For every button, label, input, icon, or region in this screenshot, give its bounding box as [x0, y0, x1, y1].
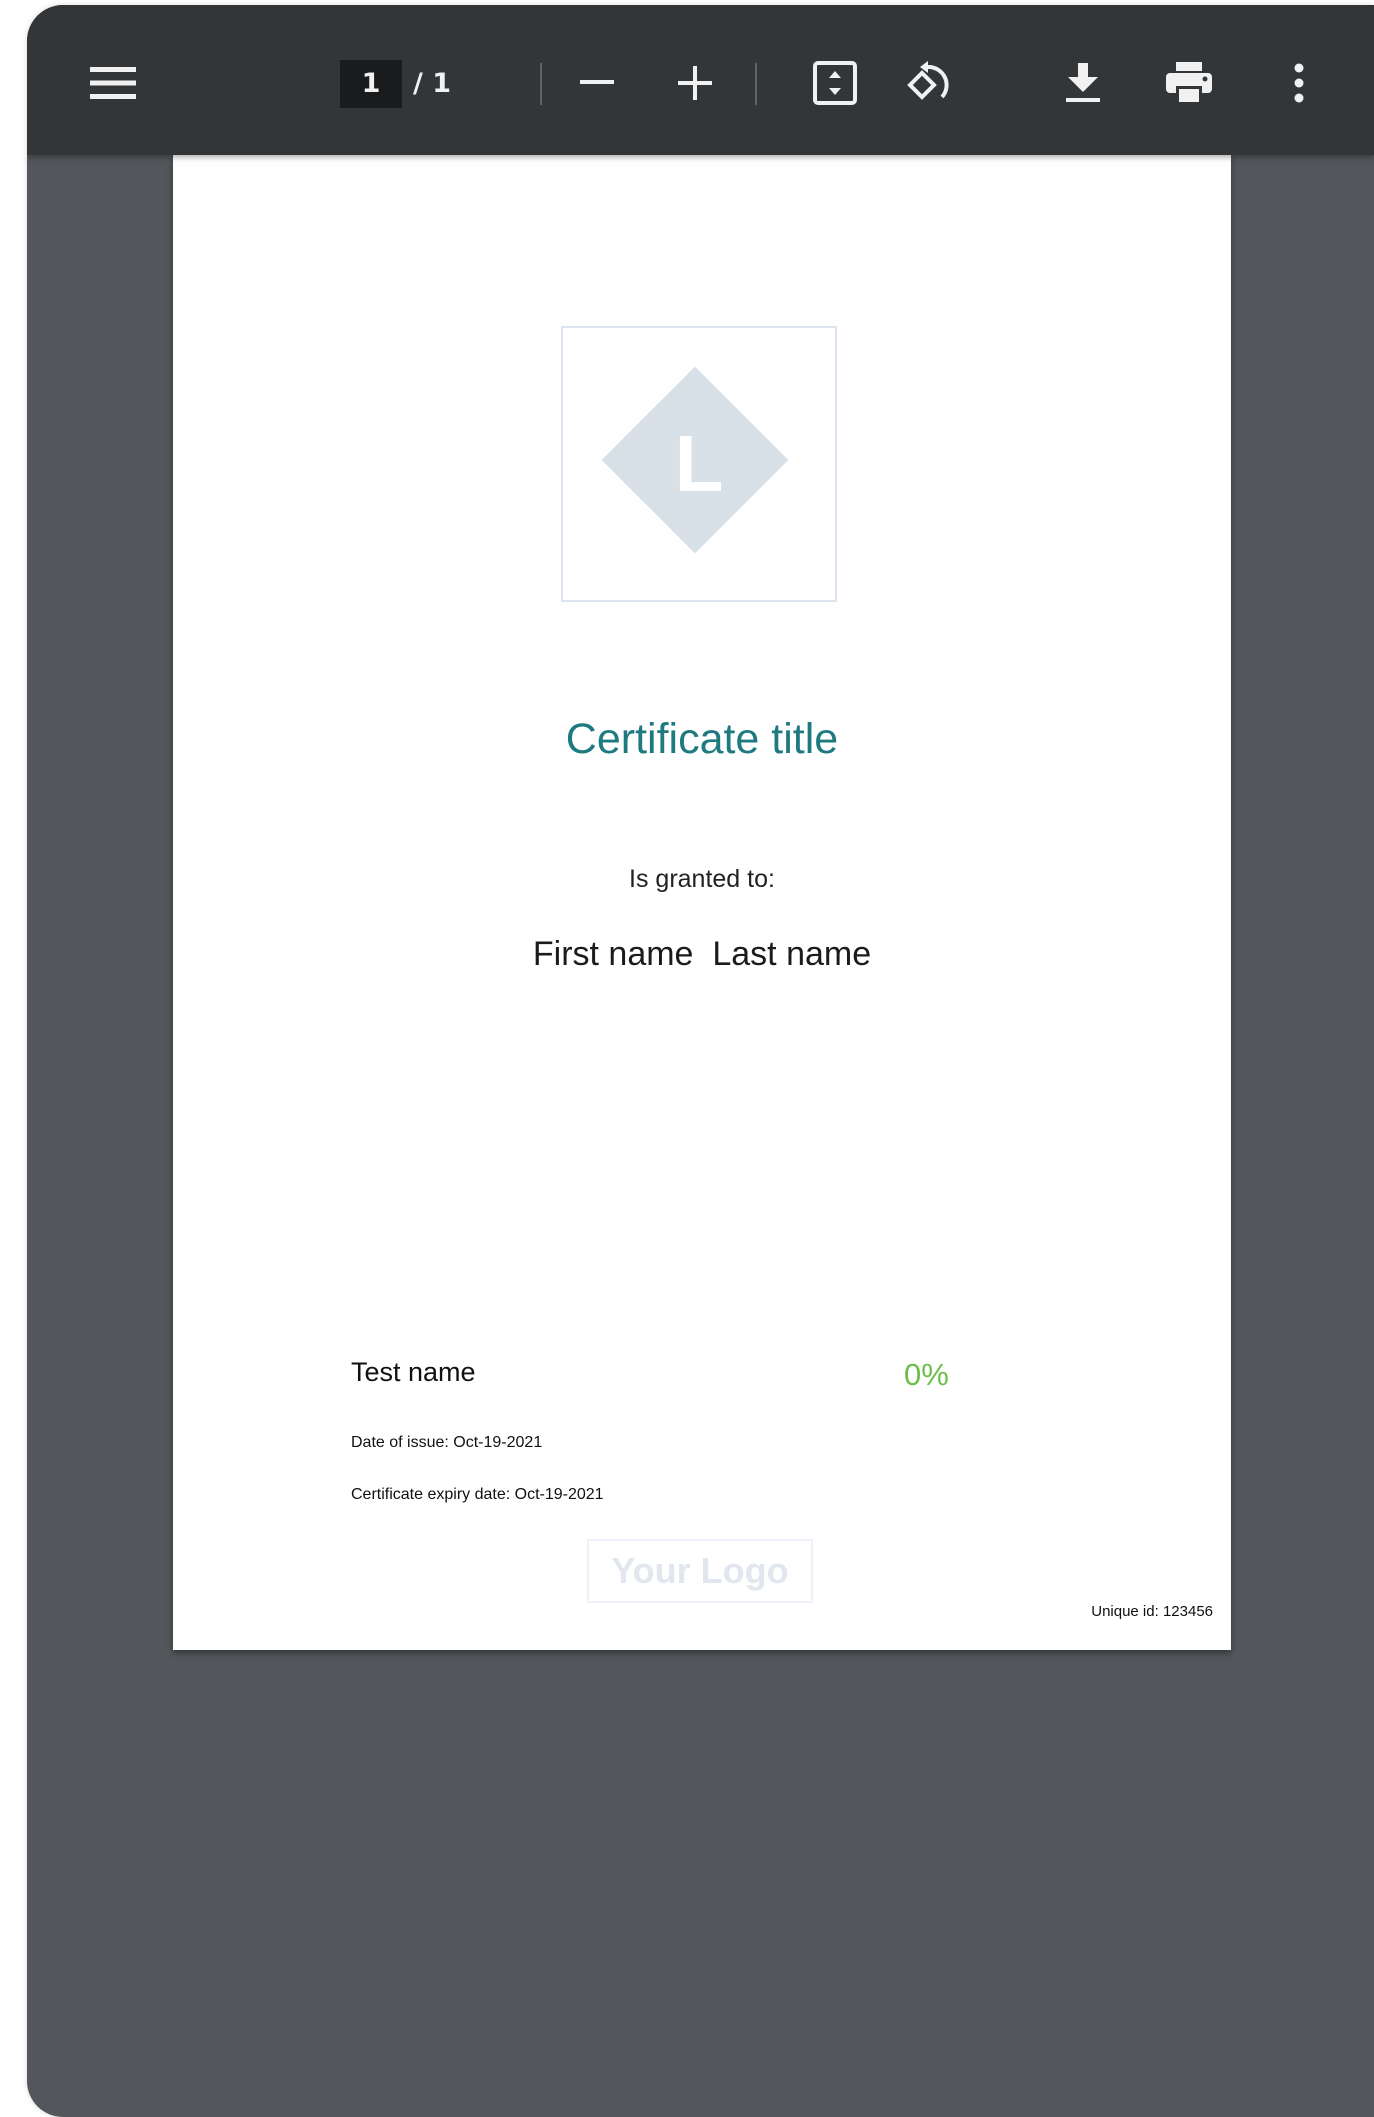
toolbar-divider: [540, 63, 542, 105]
logo-letter: L: [674, 419, 724, 508]
print-button[interactable]: [1161, 55, 1217, 111]
date-of-issue: Date of issue: Oct-19-2021: [351, 1434, 543, 1451]
footer-logo: Your Logo: [587, 1539, 813, 1603]
hamburger-menu-icon[interactable]: [85, 55, 141, 111]
plus-icon: [678, 66, 712, 100]
download-icon: [1066, 63, 1100, 102]
page-total: / 1: [413, 68, 452, 99]
rotate-button[interactable]: [903, 55, 959, 111]
more-vertical-icon: [1294, 63, 1304, 103]
test-name: Test name: [351, 1357, 476, 1387]
toolbar-divider: [755, 63, 757, 105]
unique-id: Unique id: 123456: [1091, 1603, 1213, 1620]
rotate-icon: [907, 61, 949, 100]
more-options-button[interactable]: [1271, 55, 1327, 111]
pdf-viewer: 1 / 1 L Certificate title Is granted to:…: [27, 5, 1374, 2117]
fit-to-page-button[interactable]: [807, 55, 863, 111]
certificate-title: Certificate title: [565, 715, 839, 763]
page-number-input[interactable]: 1: [340, 60, 402, 108]
granted-label: Is granted to:: [629, 865, 775, 893]
zoom-out-button[interactable]: [569, 55, 625, 111]
download-button[interactable]: [1055, 55, 1111, 111]
fit-to-page-icon: [813, 61, 857, 105]
print-icon: [1166, 62, 1212, 102]
expiry-date: Certificate expiry date: Oct-19-2021: [351, 1486, 604, 1503]
viewer-toolbar: 1 / 1: [27, 5, 1374, 155]
test-score: 0%: [904, 1357, 949, 1392]
minus-icon: [580, 80, 614, 84]
zoom-in-button[interactable]: [667, 55, 723, 111]
recipient-name: First name Last name: [532, 935, 872, 973]
certificate-page: L Certificate title Is granted to: First…: [173, 155, 1231, 1650]
certificate-header-logo: L: [561, 326, 837, 602]
